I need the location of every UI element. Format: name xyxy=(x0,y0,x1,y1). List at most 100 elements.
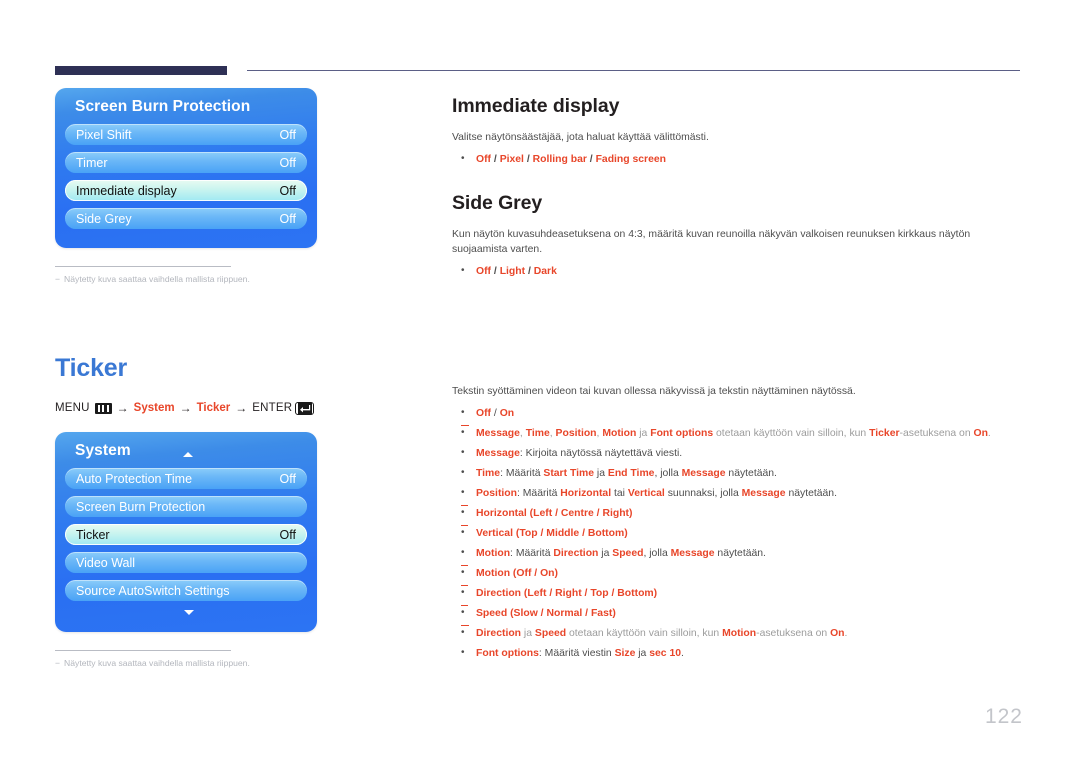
menu-bars-icon xyxy=(94,402,112,414)
footnote-label: Näytetty kuva saattaa vaihdella mallista… xyxy=(64,274,250,284)
osd-row-immediate-display[interactable]: Immediate display Off xyxy=(65,180,307,201)
text-fragment: : Määritä xyxy=(500,468,544,479)
osd-title-label: System xyxy=(75,442,131,459)
page-title-ticker: Ticker xyxy=(55,354,128,382)
menu-path-enter-label: ENTER xyxy=(252,402,293,414)
text-fragment: , jolla xyxy=(643,548,671,559)
osd-row-screen-burn-protection[interactable]: Screen Burn Protection xyxy=(65,496,307,517)
osd-row-label: Pixel Shift xyxy=(76,127,132,142)
osd-title: Screen Burn Protection xyxy=(75,98,251,115)
osd-row-value: Off xyxy=(279,183,296,198)
arrow-icon: → xyxy=(179,401,192,415)
text-fragment: ) xyxy=(624,528,628,539)
section-heading-side-grey: Side Grey xyxy=(452,192,543,214)
osd-row-timer[interactable]: Timer Off xyxy=(65,152,307,173)
text-fragment: otetaan käyttöön vain silloin, kun xyxy=(713,428,870,439)
menu-path-step-ticker[interactable]: Ticker xyxy=(197,402,231,414)
text-fragment: Ticker xyxy=(869,428,900,439)
option-value: Off xyxy=(476,266,492,277)
text-fragment: / xyxy=(608,588,618,599)
left-column: Screen Burn Protection Pixel Shift Off T… xyxy=(55,88,395,668)
text-fragment: Off xyxy=(516,568,532,579)
osd-panel-system: System Auto Protection Time Off Screen B… xyxy=(55,432,317,632)
footnote-dash: − xyxy=(55,658,61,668)
text-fragment: Top xyxy=(590,588,609,599)
arrow-icon: → xyxy=(235,401,248,415)
menu-path-step-system[interactable]: System xyxy=(134,402,175,414)
text-fragment: : Kirjoita näytössä näytettävä viesti. xyxy=(519,448,683,459)
option-values: Off / Light / Dark xyxy=(476,266,557,277)
osd-row-label: Source AutoSwitch Settings xyxy=(76,583,230,598)
text-fragment: Motion xyxy=(602,428,637,439)
text-fragment: / xyxy=(531,568,541,579)
scroll-up-arrow-icon[interactable] xyxy=(183,452,193,457)
text-fragment: , jolla xyxy=(654,468,682,479)
text-fragment: Time xyxy=(525,428,550,439)
text-fragment: sec 10 xyxy=(649,648,682,659)
text-fragment: : Määritä xyxy=(516,488,561,499)
osd-row-video-wall[interactable]: Video Wall xyxy=(65,552,307,573)
osd-row-label: Auto Protection Time xyxy=(76,471,193,486)
text-fragment: ja xyxy=(598,548,613,559)
text-fragment: / xyxy=(537,528,547,539)
text-fragment: Time xyxy=(476,468,501,479)
text-fragment: Slow xyxy=(513,608,538,619)
footnote-text: − Näytetty kuva saattaa vaihdella mallist… xyxy=(55,658,250,668)
enter-key-icon xyxy=(295,401,315,415)
text-fragment: Normal xyxy=(546,608,583,619)
menu-path: MENU → System → Ticker → ENTER xyxy=(55,401,395,415)
list-item: Off / Light / Dark xyxy=(452,263,1022,279)
sub-list-item: Horizontal (Left / Centre / Right) xyxy=(452,505,1022,521)
page-number: 122 xyxy=(984,705,1023,728)
list-item: Off / Pixel / Rolling bar / Fading scree… xyxy=(452,151,1022,167)
section-body-immediate-display: Valitse näytönsäästäjää, jota haluat käy… xyxy=(452,132,709,143)
text-fragment: Motion xyxy=(722,628,757,639)
list-item: Off / On xyxy=(452,405,1022,421)
osd-row-label: Video Wall xyxy=(76,555,136,570)
text-fragment: Motion xyxy=(476,568,511,579)
osd-row-auto-protection-time[interactable]: Auto Protection Time Off xyxy=(65,468,307,489)
list-item: Message: Kirjoita näytössä näytettävä vi… xyxy=(452,445,1022,461)
text-fragment: Direction xyxy=(476,588,522,599)
footnote-divider xyxy=(55,266,231,267)
text-fragment: Horizontal xyxy=(476,508,527,519)
list-item: Motion: Määritä Direction ja Speed, joll… xyxy=(452,545,1022,561)
header-rule-thick xyxy=(55,66,227,75)
text-fragment: ja xyxy=(636,428,651,439)
text-fragment: tai xyxy=(611,488,628,499)
text-fragment: -asetuksena on xyxy=(899,428,974,439)
osd-row-pixel-shift[interactable]: Pixel Shift Off xyxy=(65,124,307,145)
osd-row-ticker[interactable]: Ticker Off xyxy=(65,524,307,545)
text-fragment: Horizontal xyxy=(560,488,612,499)
osd-scroll-down[interactable] xyxy=(65,608,307,620)
text-fragment: / xyxy=(491,408,500,419)
osd-row-label: Timer xyxy=(76,155,108,170)
text-fragment: / xyxy=(552,508,561,519)
option-value: Pixel xyxy=(499,154,524,165)
text-fragment: / xyxy=(546,588,556,599)
text-fragment: : Määritä xyxy=(510,548,554,559)
osd-row-label: Ticker xyxy=(76,527,110,542)
text-fragment: ja xyxy=(635,648,650,659)
text-fragment: ja xyxy=(521,628,535,639)
text-fragment: On xyxy=(540,568,555,579)
osd-row-side-grey[interactable]: Side Grey Off xyxy=(65,208,307,229)
text-fragment: On xyxy=(830,628,845,639)
right-column: Immediate display Valitse näytönsäästäjä… xyxy=(452,95,1022,666)
sub-list-item: Direction (Left / Right / Top / Bottom) xyxy=(452,585,1022,601)
footnote-block-1: − Näytetty kuva saattaa vaihdella mallist… xyxy=(55,266,250,284)
ticker-detail-list: Off / OnMessage, Time, Position, Motion … xyxy=(452,405,1022,661)
text-fragment: Vertical xyxy=(627,488,665,499)
scroll-down-arrow-icon[interactable] xyxy=(184,610,194,615)
section-body-side-grey: Kun näytön kuvasuhdeasetuksena on 4:3, m… xyxy=(452,229,971,255)
text-fragment: Left xyxy=(527,588,547,599)
text-fragment: . xyxy=(987,428,991,439)
text-fragment: Message xyxy=(741,488,786,499)
option-list-immediate-display: Off / Pixel / Rolling bar / Fading scree… xyxy=(452,151,1022,167)
text-fragment: Speed xyxy=(476,608,508,619)
text-fragment: On xyxy=(499,408,515,419)
text-fragment: End Time xyxy=(607,468,655,479)
text-fragment: ) xyxy=(629,508,633,519)
osd-row-source-autoswitch-settings[interactable]: Source AutoSwitch Settings xyxy=(65,580,307,601)
osd-row-label: Immediate display xyxy=(76,183,177,198)
